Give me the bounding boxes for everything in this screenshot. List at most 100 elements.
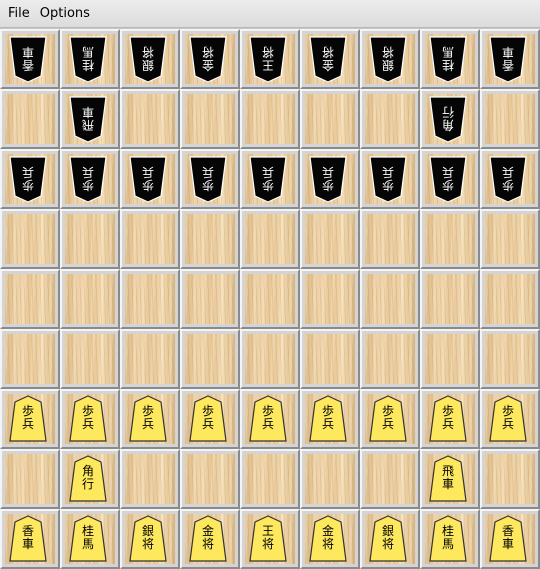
sente-piece[interactable]: 歩兵 <box>68 394 108 444</box>
board-square[interactable] <box>120 449 180 509</box>
board-square[interactable]: 歩兵 <box>300 389 360 449</box>
board-square[interactable]: 桂馬 <box>60 29 120 89</box>
board-square[interactable]: 歩兵 <box>240 389 300 449</box>
board-square[interactable]: 銀将 <box>120 29 180 89</box>
board-square[interactable]: 王将 <box>240 29 300 89</box>
board-square[interactable]: 歩兵 <box>360 149 420 209</box>
board-square[interactable]: 桂馬 <box>60 509 120 569</box>
board-square[interactable]: 歩兵 <box>120 149 180 209</box>
sente-piece[interactable]: 銀将 <box>368 514 408 564</box>
gote-piece[interactable]: 歩兵 <box>248 154 288 204</box>
gote-piece[interactable]: 香車 <box>488 34 528 84</box>
board-square[interactable] <box>360 269 420 329</box>
board-square[interactable] <box>360 89 420 149</box>
gote-piece[interactable]: 銀将 <box>368 34 408 84</box>
board-square[interactable]: 桂馬 <box>420 29 480 89</box>
board-square[interactable] <box>60 329 120 389</box>
board-square[interactable] <box>360 449 420 509</box>
board-square[interactable] <box>120 269 180 329</box>
gote-piece[interactable]: 歩兵 <box>8 154 48 204</box>
sente-piece[interactable]: 飛車 <box>428 454 468 504</box>
sente-piece[interactable]: 王将 <box>248 514 288 564</box>
board-square[interactable] <box>240 269 300 329</box>
sente-piece[interactable]: 角行 <box>68 454 108 504</box>
board-square[interactable] <box>240 329 300 389</box>
board-square[interactable] <box>480 209 540 269</box>
board-square[interactable] <box>300 329 360 389</box>
board-square[interactable]: 飛車 <box>420 449 480 509</box>
sente-piece[interactable]: 金将 <box>188 514 228 564</box>
gote-piece[interactable]: 歩兵 <box>308 154 348 204</box>
board-square[interactable]: 歩兵 <box>480 149 540 209</box>
sente-piece[interactable]: 歩兵 <box>488 394 528 444</box>
gote-piece[interactable]: 金将 <box>188 34 228 84</box>
board-square[interactable]: 歩兵 <box>420 149 480 209</box>
board-square[interactable] <box>480 329 540 389</box>
board-square[interactable]: 香車 <box>480 29 540 89</box>
board-square[interactable]: 歩兵 <box>300 149 360 209</box>
board-square[interactable]: 銀将 <box>360 29 420 89</box>
menu-file[interactable]: File <box>3 4 35 23</box>
board-square[interactable]: 金将 <box>180 509 240 569</box>
sente-piece[interactable]: 歩兵 <box>368 394 408 444</box>
board-square[interactable] <box>120 329 180 389</box>
gote-piece[interactable]: 歩兵 <box>188 154 228 204</box>
gote-piece[interactable]: 銀将 <box>128 34 168 84</box>
board-square[interactable]: 金将 <box>300 29 360 89</box>
board-square[interactable] <box>60 269 120 329</box>
board-square[interactable] <box>180 449 240 509</box>
board-square[interactable] <box>300 89 360 149</box>
board-square[interactable] <box>360 209 420 269</box>
board-square[interactable] <box>480 89 540 149</box>
board-square[interactable]: 歩兵 <box>60 149 120 209</box>
board-square[interactable] <box>120 209 180 269</box>
board-square[interactable] <box>0 209 60 269</box>
board-square[interactable]: 歩兵 <box>240 149 300 209</box>
board-square[interactable]: 歩兵 <box>180 149 240 209</box>
board-square[interactable]: 香車 <box>0 29 60 89</box>
board-square[interactable]: 歩兵 <box>180 389 240 449</box>
sente-piece[interactable]: 歩兵 <box>188 394 228 444</box>
board-square[interactable]: 飛車 <box>60 89 120 149</box>
gote-piece[interactable]: 香車 <box>8 34 48 84</box>
sente-piece[interactable]: 歩兵 <box>308 394 348 444</box>
sente-piece[interactable]: 金将 <box>308 514 348 564</box>
board-square[interactable]: 歩兵 <box>480 389 540 449</box>
board-square[interactable] <box>0 89 60 149</box>
board-square[interactable]: 歩兵 <box>360 389 420 449</box>
board-square[interactable] <box>0 269 60 329</box>
board-square[interactable] <box>480 269 540 329</box>
board-square[interactable] <box>180 209 240 269</box>
sente-piece[interactable]: 香車 <box>8 514 48 564</box>
board-square[interactable]: 桂馬 <box>420 509 480 569</box>
gote-piece[interactable]: 王将 <box>248 34 288 84</box>
board-square[interactable]: 金将 <box>180 29 240 89</box>
gote-piece[interactable]: 角行 <box>428 94 468 144</box>
board-square[interactable]: 歩兵 <box>120 389 180 449</box>
board-square[interactable]: 歩兵 <box>0 389 60 449</box>
sente-piece[interactable]: 歩兵 <box>128 394 168 444</box>
board-square[interactable] <box>420 209 480 269</box>
board-square[interactable]: 金将 <box>300 509 360 569</box>
menu-options[interactable]: Options <box>35 4 95 23</box>
gote-piece[interactable]: 歩兵 <box>488 154 528 204</box>
board-square[interactable] <box>420 329 480 389</box>
gote-piece[interactable]: 飛車 <box>68 94 108 144</box>
sente-piece[interactable]: 銀将 <box>128 514 168 564</box>
sente-piece[interactable]: 桂馬 <box>428 514 468 564</box>
board-square[interactable] <box>300 209 360 269</box>
gote-piece[interactable]: 歩兵 <box>128 154 168 204</box>
board-square[interactable] <box>0 449 60 509</box>
board-square[interactable] <box>300 269 360 329</box>
sente-piece[interactable]: 桂馬 <box>68 514 108 564</box>
board-square[interactable]: 歩兵 <box>0 149 60 209</box>
board-square[interactable] <box>240 209 300 269</box>
gote-piece[interactable]: 歩兵 <box>368 154 408 204</box>
sente-piece[interactable]: 香車 <box>488 514 528 564</box>
board-square[interactable]: 銀将 <box>120 509 180 569</box>
board-square[interactable]: 香車 <box>0 509 60 569</box>
board-square[interactable] <box>420 269 480 329</box>
board-square[interactable] <box>300 449 360 509</box>
gote-piece[interactable]: 桂馬 <box>428 34 468 84</box>
sente-piece[interactable]: 歩兵 <box>248 394 288 444</box>
